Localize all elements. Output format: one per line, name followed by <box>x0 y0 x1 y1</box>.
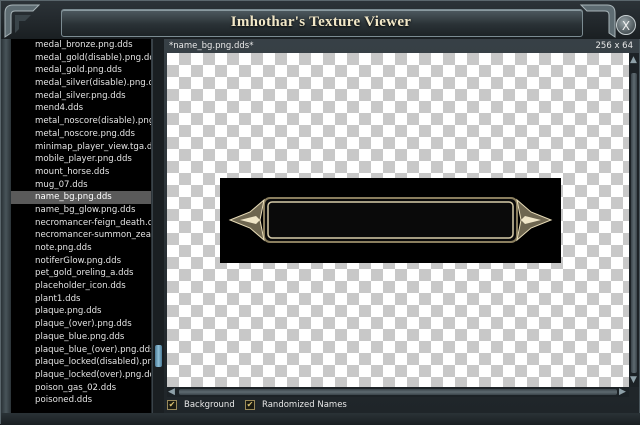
file-list-item[interactable]: note.png.dds <box>11 242 151 255</box>
preview-horizontal-scrollbar[interactable]: ◀ ▶ <box>167 387 629 397</box>
file-list-item[interactable]: mug_07.dds <box>11 179 151 192</box>
file-list-item[interactable]: medal_gold(disable).png.dds <box>11 52 151 65</box>
file-list-item[interactable]: medal_silver(disable).png.dds <box>11 77 151 90</box>
frame-left-edge <box>1 39 11 425</box>
file-list-item[interactable]: notiferGlow.png.dds <box>11 255 151 268</box>
file-list-item[interactable]: necromancer-summon_zealot_a.d <box>11 229 151 242</box>
randomized-names-option[interactable]: ✔ Randomized Names <box>245 399 347 411</box>
file-list-item[interactable]: medal_silver.png.dds <box>11 90 151 103</box>
frame-bottom-edge <box>1 413 640 425</box>
file-list-item[interactable]: medal_gold.png.dds <box>11 64 151 77</box>
file-list-item[interactable]: plaque_blue.png.dds <box>11 331 151 344</box>
file-list-item[interactable]: medal_bronze.png.dds <box>11 39 151 52</box>
texture-size-label: 256 x 64 <box>595 41 633 51</box>
file-list-panel[interactable]: medal_bronze.png.dds medal_gold(disable).… <box>11 39 151 413</box>
file-list-scrollbar[interactable] <box>152 39 164 413</box>
file-list-item[interactable]: metal_noscore(disable).png.dds <box>11 115 151 128</box>
close-button[interactable]: X <box>616 15 636 35</box>
randomized-names-label: Randomized Names <box>262 400 347 410</box>
file-list-item[interactable]: plant1.dds <box>11 293 151 306</box>
texture-viewer-window: Imhothar's Texture Viewer X medal_bronze… <box>0 0 640 425</box>
randomized-names-checkbox[interactable]: ✔ <box>245 400 255 410</box>
preview-vertical-scrollbar[interactable]: ▲ ▼ <box>629 53 639 387</box>
file-list-item[interactable]: mend4.dds <box>11 102 151 115</box>
file-list-item[interactable]: plaque_blue_(over).png.dds <box>11 344 151 357</box>
preview-vertical-scrollbar-thumb[interactable] <box>631 73 637 373</box>
file-list-item[interactable]: poisoned.dds <box>11 394 151 407</box>
background-option[interactable]: ✔ Background <box>167 399 235 411</box>
window-title: Imhothar's Texture Viewer <box>230 14 412 30</box>
file-list-item[interactable]: plaque_locked(over).png.dds <box>11 369 151 382</box>
scroll-right-arrow-icon[interactable]: ▶ <box>619 387 626 397</box>
texture-name-label: *name_bg.png.dds* <box>169 41 254 51</box>
right-corner-ornament-icon <box>579 4 616 38</box>
file-list[interactable]: medal_bronze.png.dds medal_gold(disable).… <box>11 39 151 407</box>
file-list-item[interactable]: mobile_player.png.dds <box>11 153 151 166</box>
scroll-up-arrow-icon[interactable]: ▲ <box>630 55 637 65</box>
left-corner-ornament-icon <box>4 4 41 38</box>
file-list-item-selected[interactable]: name_bg.png.dds <box>11 191 151 204</box>
background-label: Background <box>184 400 235 410</box>
title-bar[interactable]: Imhothar's Texture Viewer X <box>1 1 640 39</box>
background-checkbox[interactable]: ✔ <box>167 400 177 410</box>
file-list-item[interactable]: necromancer-feign_death.dds <box>11 217 151 230</box>
file-list-item[interactable]: name_bg_glow.png.dds <box>11 204 151 217</box>
file-list-item[interactable]: poison_gas_02.dds <box>11 382 151 395</box>
file-list-item[interactable]: plaque_(over).png.dds <box>11 318 151 331</box>
file-list-item[interactable]: metal_noscore.png.dds <box>11 128 151 141</box>
file-list-item[interactable]: plaque_locked(disabled).png.dds <box>11 356 151 369</box>
file-list-item[interactable]: mount_horse.dds <box>11 166 151 179</box>
file-list-item[interactable]: plaque.png.dds <box>11 305 151 318</box>
scroll-down-arrow-icon[interactable]: ▼ <box>630 375 637 385</box>
file-list-item[interactable]: pet_gold_oreling_a.dds <box>11 267 151 280</box>
texture-image <box>220 178 561 263</box>
file-list-item[interactable]: minimap_player_view.tga.dds <box>11 141 151 154</box>
file-list-scrollbar-thumb[interactable] <box>155 345 162 367</box>
scroll-left-arrow-icon[interactable]: ◀ <box>168 387 175 397</box>
preview-horizontal-scrollbar-thumb[interactable] <box>179 389 617 395</box>
file-list-item[interactable]: placeholder_icon.dds <box>11 280 151 293</box>
